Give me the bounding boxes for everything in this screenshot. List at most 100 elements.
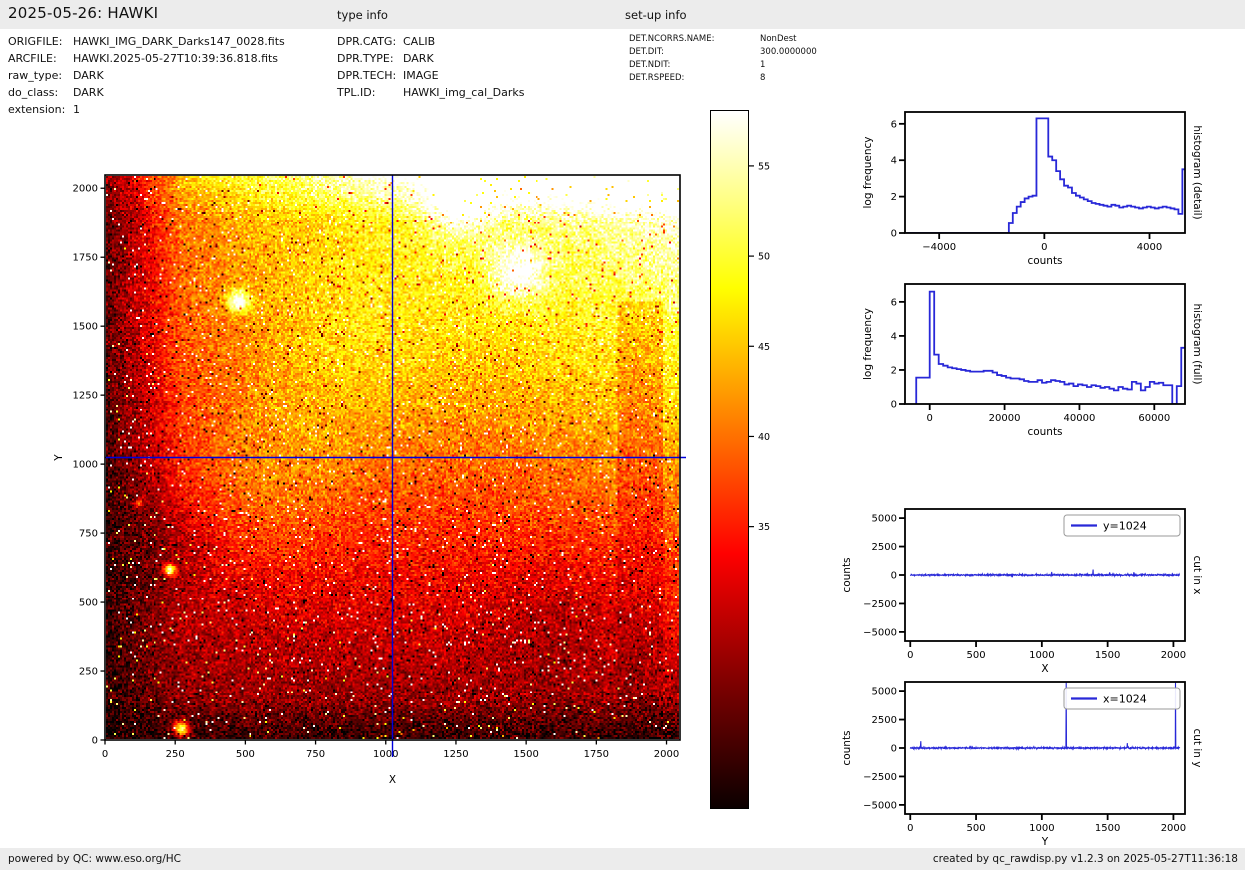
x-tick-label: 1500: [1095, 650, 1120, 661]
x-tick-label: 0: [1041, 242, 1047, 253]
x-axis-label: Y: [1041, 836, 1049, 848]
x-tick-label: 2000: [654, 749, 679, 760]
histogram-line: [906, 117, 1185, 233]
y-tick-label: 5000: [872, 687, 897, 698]
footer-powered-by: powered by QC: www.eso.org/HC: [8, 853, 182, 865]
setup-info-heading: set-up info: [625, 8, 687, 22]
info-label: DPR.TECH:: [337, 69, 397, 82]
colorbar-tick-label: 40: [758, 432, 770, 443]
x-tick-label: 500: [967, 650, 986, 661]
y-tick-label: −2500: [863, 772, 897, 783]
y-tick-label: 500: [79, 598, 98, 609]
info-value: 1: [73, 103, 80, 116]
footer-created-by: created by qc_rawdisp.py v1.2.3 on 2025-…: [932, 853, 1238, 865]
chart-frame: [904, 681, 1186, 815]
y-tick-label: 0: [92, 736, 98, 747]
dark-frame-heatmap: [106, 176, 679, 739]
x-axis-label: X: [389, 774, 396, 786]
y-tick-label: 2000: [73, 184, 98, 195]
legend-label: y=1024: [1103, 520, 1147, 533]
y-axis-label: Y: [53, 454, 65, 462]
y-tick-label: 5000: [872, 514, 897, 525]
y-tick-label: 4: [891, 331, 897, 342]
info-label: DPR.CATG:: [337, 35, 397, 48]
x-tick-label: 2000: [1161, 650, 1186, 661]
info-label: DPR.TYPE:: [337, 52, 394, 65]
info-value: HAWKI.2025-05-27T10:39:36.818.fits: [73, 52, 279, 65]
y-axis-label: log frequency: [862, 136, 874, 208]
y-tick-label: 4: [891, 156, 897, 167]
info-label: ORIGFILE:: [8, 35, 63, 48]
x-tick-label: 1000: [1029, 823, 1054, 834]
legend-box: [1063, 514, 1181, 537]
page-title: 2025-05-26: HAWKI: [8, 4, 159, 22]
info-value: 1: [760, 60, 766, 70]
colorbar-tick-label: 45: [758, 342, 770, 353]
y-tick-label: −5000: [863, 627, 897, 638]
qc-report-page: 2025-05-26: HAWKI type info set-up info …: [0, 0, 1245, 870]
x-tick-label: 40000: [1064, 413, 1096, 424]
info-label: raw_type:: [8, 69, 63, 82]
info-value: HAWKI_img_cal_Darks: [403, 86, 525, 99]
cut_x-chart: 0 500 1000 1500 2000 5000 2500 0 −2500 −5000 Xcoun…: [841, 508, 1203, 675]
legend-label: x=1024: [1103, 693, 1147, 706]
colorbar-tick-label: 50: [758, 252, 770, 263]
y-tick-label: 6: [891, 119, 897, 130]
y-tick-label: 1750: [73, 253, 98, 264]
y-axis-label: log frequency: [862, 308, 874, 380]
x-axis-label: counts: [1027, 255, 1062, 267]
x-axis-label: counts: [1027, 426, 1062, 438]
y-tick-label: 1250: [73, 391, 98, 402]
y-axis-label: counts: [841, 557, 853, 592]
cut-line: [909, 682, 1181, 751]
y-tick-label: 2: [891, 192, 897, 203]
info-value: IMAGE: [403, 69, 439, 82]
side-label: histogram (detail): [1191, 125, 1203, 219]
x-tick-label: 1500: [1095, 823, 1120, 834]
x-tick-label: −4000: [922, 242, 956, 253]
cut-line: [909, 569, 1181, 578]
x-tick-label: 0: [102, 749, 108, 760]
x-tick-label: 1750: [584, 749, 609, 760]
info-value: DARK: [403, 52, 434, 65]
info-label: DET.RSPEED:: [629, 73, 685, 83]
x-tick-label: 0: [907, 650, 913, 661]
hist_full-chart: 0 20000 40000 60000 0 2 4 6 counts log frequency h…: [862, 283, 1203, 438]
x-tick-label: 1000: [1029, 650, 1054, 661]
y-tick-label: 0: [891, 744, 897, 755]
x-tick-label: 0: [927, 413, 933, 424]
info-label: TPL.ID:: [337, 86, 376, 99]
x-tick-label: 20000: [989, 413, 1021, 424]
footer-bar: powered by QC: www.eso.org/HC created by…: [0, 848, 1245, 870]
x-tick-label: 1500: [513, 749, 538, 760]
y-tick-label: 250: [79, 667, 98, 678]
x-tick-label: 500: [967, 823, 986, 834]
colorbar-tick-label: 55: [758, 161, 770, 172]
side-label: cut in x: [1191, 555, 1203, 594]
info-label: DET.NDIT:: [629, 60, 671, 70]
info-label: DET.NCORRS.NAME:: [629, 34, 715, 44]
info-value: NonDest: [760, 34, 797, 44]
colorbar-ticks: 55 50 45 40 35: [748, 161, 770, 533]
x-tick-label: 1000: [373, 749, 398, 760]
y-tick-label: 1500: [73, 322, 98, 333]
y-tick-label: 6: [891, 297, 897, 308]
y-tick-label: 2500: [872, 715, 897, 726]
chart-frame: [904, 283, 1186, 405]
legend-box: [1063, 687, 1181, 710]
y-tick-label: 0: [891, 229, 897, 240]
hist_detail-chart: −4000 0 4000 0 2 4 6 counts log frequency histogr…: [862, 111, 1203, 267]
info-value: DARK: [73, 86, 104, 99]
info-label: do_class:: [8, 86, 59, 99]
colorbar: [710, 110, 749, 809]
x-tick-label: 750: [306, 749, 325, 760]
x-tick-label: 60000: [1138, 413, 1170, 424]
info-value: CALIB: [403, 35, 436, 48]
x-tick-label: 500: [236, 749, 255, 760]
x-tick-label: 4000: [1137, 242, 1162, 253]
side-label: histogram (full): [1191, 304, 1203, 385]
x-tick-label: 1250: [443, 749, 468, 760]
x-tick-label: 2000: [1161, 823, 1186, 834]
chart-frame: [904, 111, 1186, 234]
x-tick-label: 0: [907, 823, 913, 834]
